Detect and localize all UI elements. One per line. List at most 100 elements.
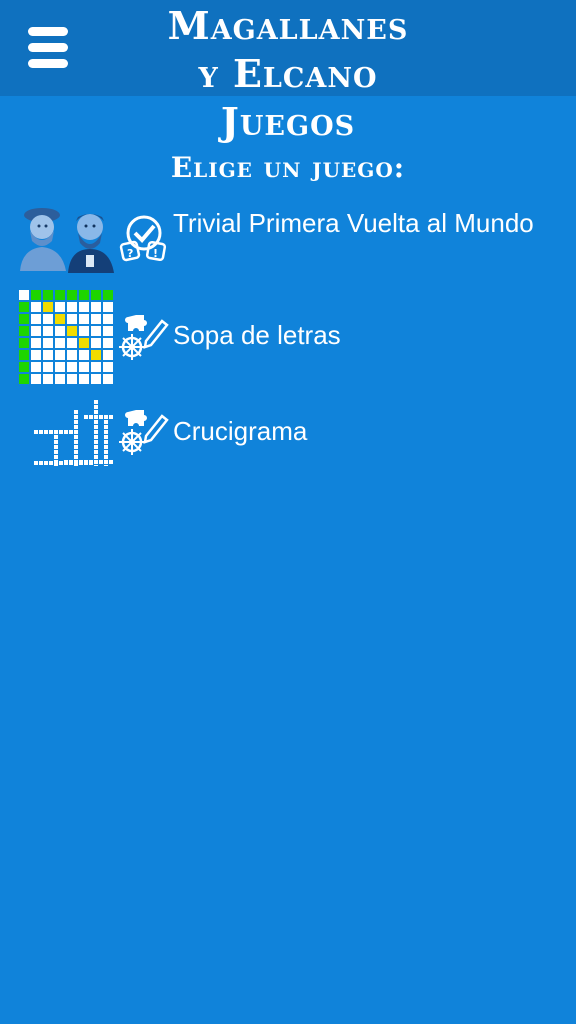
grid-cell	[55, 374, 65, 384]
grid-cell	[19, 338, 29, 348]
crossword-cell	[74, 435, 78, 439]
game-label-trivial[interactable]: Trivial Primera Vuelta al Mundo	[173, 207, 553, 240]
crossword-cell	[94, 410, 98, 414]
crossword-cell	[104, 465, 108, 466]
grid-cell	[79, 350, 89, 360]
grid-cell	[103, 350, 113, 360]
grid-cell	[91, 374, 101, 384]
game-item-crossword[interactable]: Crucigrama	[0, 400, 576, 466]
crossword-cell	[104, 420, 108, 424]
crossword-cell	[89, 461, 93, 465]
grid-cell	[67, 302, 77, 312]
crossword-cell	[64, 461, 68, 465]
crossword-cell	[79, 461, 83, 465]
grid-cell	[43, 350, 53, 360]
crossword-cell	[94, 430, 98, 434]
grid-cell	[19, 374, 29, 384]
crossword-cell	[74, 465, 78, 466]
crossword-cell	[54, 435, 58, 439]
grid-cell	[55, 326, 65, 336]
crossword-cell	[74, 440, 78, 444]
crossword-cell	[69, 430, 73, 434]
crossword-cell	[94, 425, 98, 429]
crossword-cell	[54, 465, 58, 466]
crossword-cell	[64, 430, 68, 434]
grid-cell	[103, 302, 113, 312]
grid-cell	[103, 290, 113, 300]
crossword-cell	[94, 450, 98, 454]
grid-cell	[19, 350, 29, 360]
grid-cell	[79, 362, 89, 372]
grid-cell	[67, 350, 77, 360]
crossword-cell	[94, 435, 98, 439]
crossword-cell	[74, 425, 78, 429]
grid-cell	[55, 314, 65, 324]
crossword-cell	[94, 420, 98, 424]
grid-cell	[31, 374, 41, 384]
grid-cell	[43, 362, 53, 372]
crossword-cell	[104, 435, 108, 439]
grid-cell	[79, 338, 89, 348]
grid-cell	[79, 314, 89, 324]
game-label-crossword[interactable]: Crucigrama	[173, 415, 553, 448]
crossword-cell	[69, 461, 73, 465]
grid-cell	[103, 338, 113, 348]
grid-cell	[91, 362, 101, 372]
grid-cell	[91, 302, 101, 312]
page-title: Juegos	[220, 99, 356, 144]
grid-cell	[55, 350, 65, 360]
grid-cell	[43, 302, 53, 312]
grid-cell	[79, 326, 89, 336]
crossword-cell	[34, 461, 38, 465]
crossword-cell	[104, 415, 108, 419]
grid-cell	[43, 374, 53, 384]
crossword-cell	[59, 461, 63, 465]
crossword-cell	[74, 461, 78, 465]
crossword-cell	[74, 410, 78, 414]
crossword-cell	[59, 430, 63, 434]
crossword-cell	[94, 465, 98, 466]
crossword-cell	[49, 430, 53, 434]
game-item-trivial[interactable]: ? ! Trivial Primera Vuelta al Mundo	[0, 205, 576, 277]
crossword-cell	[54, 461, 58, 465]
grid-cell	[19, 314, 29, 324]
puzzle-helm-pencil-icon	[119, 410, 169, 455]
grid-cell	[79, 290, 89, 300]
grid-cell	[55, 290, 65, 300]
crossword-cell	[74, 430, 78, 434]
crossword-cell	[104, 425, 108, 429]
grid-cell	[79, 302, 89, 312]
crossword-cell	[109, 415, 113, 419]
grid-cell	[31, 302, 41, 312]
crossword-cell	[44, 461, 48, 465]
crossword-cell	[109, 460, 113, 464]
explorers-portrait-icon	[20, 208, 114, 273]
crossword-cell	[104, 445, 108, 449]
grid-cell	[31, 338, 41, 348]
grid-cell	[19, 326, 29, 336]
game-label-word-search[interactable]: Sopa de letras	[173, 319, 553, 352]
game-item-word-search[interactable]: Sopa de letras	[0, 289, 576, 385]
crossword-cell	[49, 461, 53, 465]
grid-cell	[79, 374, 89, 384]
grid-cell	[91, 314, 101, 324]
grid-cell	[91, 338, 101, 348]
crossword-cell	[84, 415, 88, 419]
grid-cell	[91, 290, 101, 300]
grid-cell	[67, 338, 77, 348]
grid-cell	[67, 374, 77, 384]
crossword-cell	[74, 450, 78, 454]
crossword-cell	[94, 445, 98, 449]
crossword-cell	[54, 430, 58, 434]
grid-cell	[43, 338, 53, 348]
crossword-cell	[104, 430, 108, 434]
grid-cell	[43, 326, 53, 336]
grid-cell	[91, 326, 101, 336]
grid-cell	[31, 314, 41, 324]
crossword-cell	[94, 400, 98, 404]
crossword-cell	[99, 460, 103, 464]
crossword-cell	[104, 450, 108, 454]
grid-cell	[19, 290, 29, 300]
word-search-grid-icon	[19, 290, 113, 384]
svg-text:?: ?	[127, 247, 133, 260]
